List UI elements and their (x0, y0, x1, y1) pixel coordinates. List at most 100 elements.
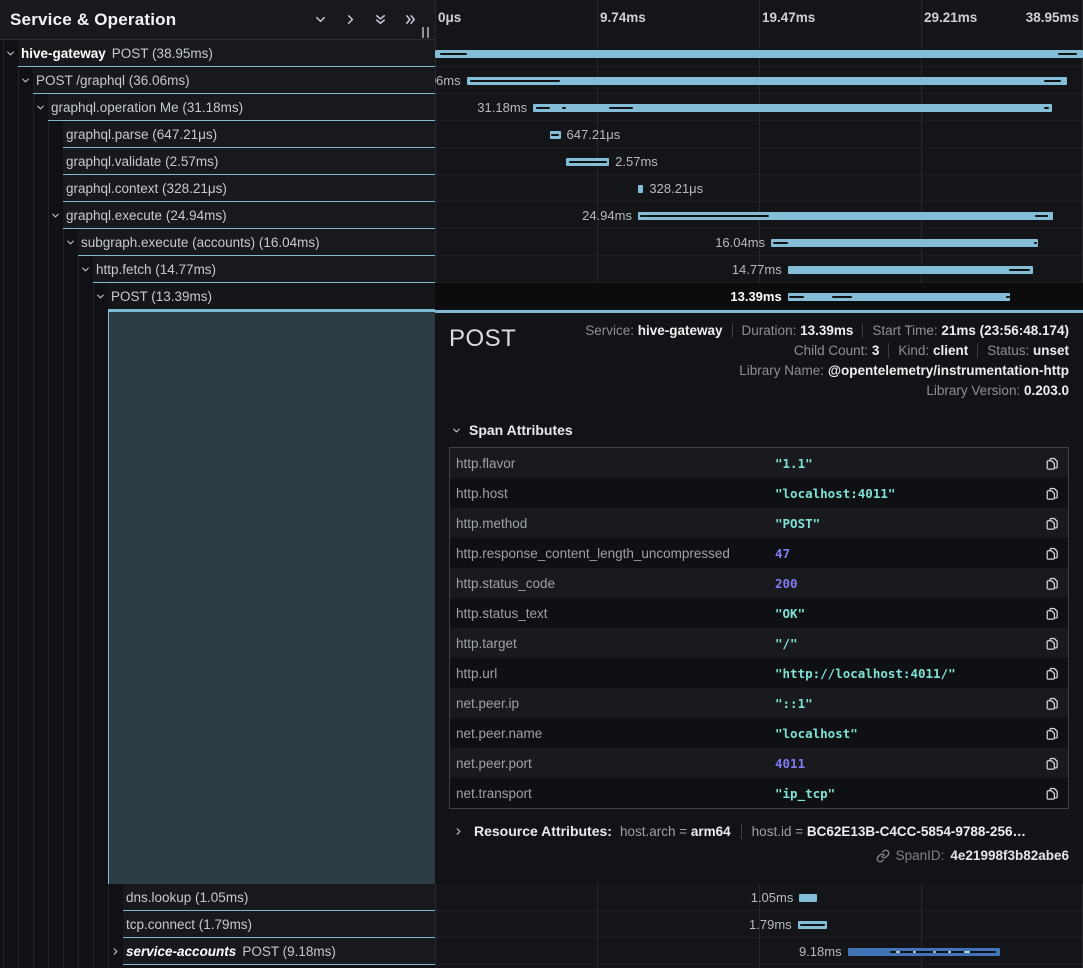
span-row[interactable]: graphql.validate (2.57ms)2.57ms (0, 148, 1083, 175)
span-row[interactable]: subgraph.execute (accounts) (16.04ms) 16.… (0, 229, 1083, 256)
span-tree-cell[interactable]: http.fetch (14.77ms) (0, 256, 435, 283)
span-duration-bar[interactable] (550, 131, 561, 139)
copy-icon[interactable] (1038, 575, 1060, 592)
attribute-key: http.host (456, 486, 775, 501)
span-duration-bar[interactable] (435, 50, 1083, 58)
span-duration-bar[interactable] (788, 293, 1011, 301)
panel-splitter-handle[interactable] (422, 27, 429, 38)
attribute-key: net.peer.name (456, 726, 775, 741)
operation-label: POST (13.39ms) (111, 289, 212, 304)
span-meta-line: Library Name: @opentelemetry/instrumenta… (739, 363, 1069, 378)
collapse-all-icon[interactable] (365, 7, 395, 33)
child-span-mark (913, 951, 916, 953)
copy-icon[interactable] (1038, 755, 1060, 772)
copy-icon[interactable] (1038, 665, 1060, 682)
duration-label: 24.94ms (582, 208, 632, 223)
span-row-inner: POST /graphql (36.06ms) (33, 67, 435, 94)
span-row[interactable]: graphql.parse (647.21μs) 647.21μs (0, 121, 1083, 148)
expand-one-icon[interactable] (335, 7, 365, 33)
span-timeline-cell[interactable]: 24.94ms (435, 202, 1083, 229)
attribute-value: "1.1" (775, 456, 1038, 471)
operation-label: subgraph.execute (accounts) (16.04ms) (81, 235, 320, 250)
span-meta: Service: hive-gatewayDuration: 13.39msSt… (585, 323, 1069, 398)
span-row[interactable]: POST /graphql (36.06ms)36.06ms (0, 67, 1083, 94)
span-timeline-cell[interactable] (435, 40, 1083, 67)
span-duration-bar[interactable] (848, 948, 1001, 956)
span-tree-cell[interactable]: dns.lookup (1.05ms) (0, 884, 435, 911)
span-row[interactable]: graphql.operation Me (31.18ms)31.18ms (0, 94, 1083, 121)
span-tree-cell[interactable]: graphql.execute (24.94ms) (0, 202, 435, 229)
span-row[interactable]: tcp.connect (1.79ms)1.79ms (0, 911, 1083, 938)
span-attributes-toggle[interactable]: Span Attributes (451, 422, 1069, 438)
copy-icon[interactable] (1038, 635, 1060, 652)
span-tree-cell[interactable]: tcp.connect (1.79ms) (0, 911, 435, 938)
span-timeline-cell[interactable]: 1.05ms (435, 884, 1083, 911)
attribute-key: net.transport (456, 786, 775, 801)
copy-icon[interactable] (1038, 725, 1060, 742)
copy-icon[interactable] (1038, 455, 1060, 472)
span-duration-bar[interactable] (799, 894, 816, 902)
chevron-down-icon[interactable] (78, 256, 93, 283)
span-duration-bar[interactable] (566, 158, 609, 166)
span-timeline-cell[interactable]: 31.18ms (435, 94, 1083, 121)
span-timeline-cell[interactable]: 2.57ms (435, 148, 1083, 175)
span-timeline-cell[interactable]: 36.06ms (435, 67, 1083, 94)
child-span-mark (551, 134, 559, 136)
span-tree-cell[interactable]: hive-gatewayPOST (38.95ms) (0, 40, 435, 67)
span-duration-bar[interactable] (771, 239, 1038, 247)
chevron-down-icon[interactable] (3, 40, 18, 67)
span-timeline-cell[interactable]: 16.04ms (435, 229, 1083, 256)
span-tree-cell[interactable]: graphql.parse (647.21μs) (0, 121, 435, 148)
span-row[interactable]: POST (13.39ms) 13.39ms (0, 283, 1083, 310)
span-tree-cell[interactable]: graphql.validate (2.57ms) (0, 148, 435, 175)
duration-label: 647.21μs (567, 127, 621, 142)
copy-icon[interactable] (1038, 785, 1060, 802)
span-duration-bar[interactable] (533, 104, 1052, 112)
chevron-down-icon[interactable] (18, 67, 33, 94)
resource-attributes-pairs: host.arch = arm64host.id = BC62E13B-C4CC… (620, 823, 1026, 839)
span-timeline-cell[interactable]: 1.79ms (435, 911, 1083, 938)
chevron-down-icon[interactable] (48, 202, 63, 229)
selected-span-highlight (108, 310, 435, 884)
collapse-one-icon[interactable] (305, 7, 335, 33)
span-tree-cell[interactable]: POST (13.39ms) (0, 283, 435, 310)
span-duration-bar[interactable] (788, 266, 1034, 274)
span-duration-bar[interactable] (467, 77, 1067, 85)
span-tree-cell[interactable]: POST /graphql (36.06ms) (0, 67, 435, 94)
span-tree-cell[interactable]: subgraph.execute (accounts) (16.04ms) (0, 229, 435, 256)
span-row[interactable]: dns.lookup (1.05ms)1.05ms (0, 884, 1083, 911)
span-tree-cell[interactable]: graphql.context (328.21μs) (0, 175, 435, 202)
span-tree-cell[interactable]: graphql.operation Me (31.18ms) (0, 94, 435, 121)
copy-icon[interactable] (1038, 545, 1060, 562)
chevron-down-icon[interactable] (93, 283, 108, 310)
attribute-key: http.target (456, 636, 775, 651)
copy-icon[interactable] (1038, 695, 1060, 712)
copy-icon[interactable] (1038, 605, 1060, 622)
chevron-down-icon[interactable] (33, 94, 48, 121)
chevron-right-icon[interactable] (108, 938, 123, 965)
span-timeline-cell[interactable]: 9.18ms (435, 938, 1083, 965)
link-icon[interactable] (876, 849, 890, 863)
attribute-value: "/" (775, 636, 1038, 651)
span-duration-bar[interactable] (638, 185, 643, 193)
span-timeline-cell[interactable]: 14.77ms (435, 256, 1083, 283)
span-row-inner: dns.lookup (1.05ms) (123, 884, 435, 911)
span-timeline-cell[interactable]: 13.39ms (435, 283, 1083, 310)
span-tree-cell[interactable]: service-accountsPOST (9.18ms) (0, 938, 435, 965)
expand-all-icon[interactable] (395, 7, 425, 33)
span-row-inner: service-accountsPOST (9.18ms) (123, 938, 435, 965)
span-timeline-cell[interactable]: 328.21μs (435, 175, 1083, 202)
span-row[interactable]: graphql.context (328.21μs)328.21μs (0, 175, 1083, 202)
span-timeline-cell[interactable]: 647.21μs (435, 121, 1083, 148)
span-row[interactable]: graphql.execute (24.94ms) 24.94ms (0, 202, 1083, 229)
copy-icon[interactable] (1038, 485, 1060, 502)
resource-attributes-row[interactable]: Resource Attributes: host.arch = arm64ho… (451, 823, 1069, 839)
span-row[interactable]: service-accountsPOST (9.18ms)9.18ms (0, 938, 1083, 965)
span-row-inner: tcp.connect (1.79ms) (123, 911, 435, 938)
span-duration-bar[interactable] (638, 212, 1053, 220)
chevron-down-icon[interactable] (63, 229, 78, 256)
span-row[interactable]: hive-gatewayPOST (38.95ms) (0, 40, 1083, 67)
span-row[interactable]: http.fetch (14.77ms)14.77ms (0, 256, 1083, 283)
copy-icon[interactable] (1038, 515, 1060, 532)
span-duration-bar[interactable] (798, 921, 828, 929)
